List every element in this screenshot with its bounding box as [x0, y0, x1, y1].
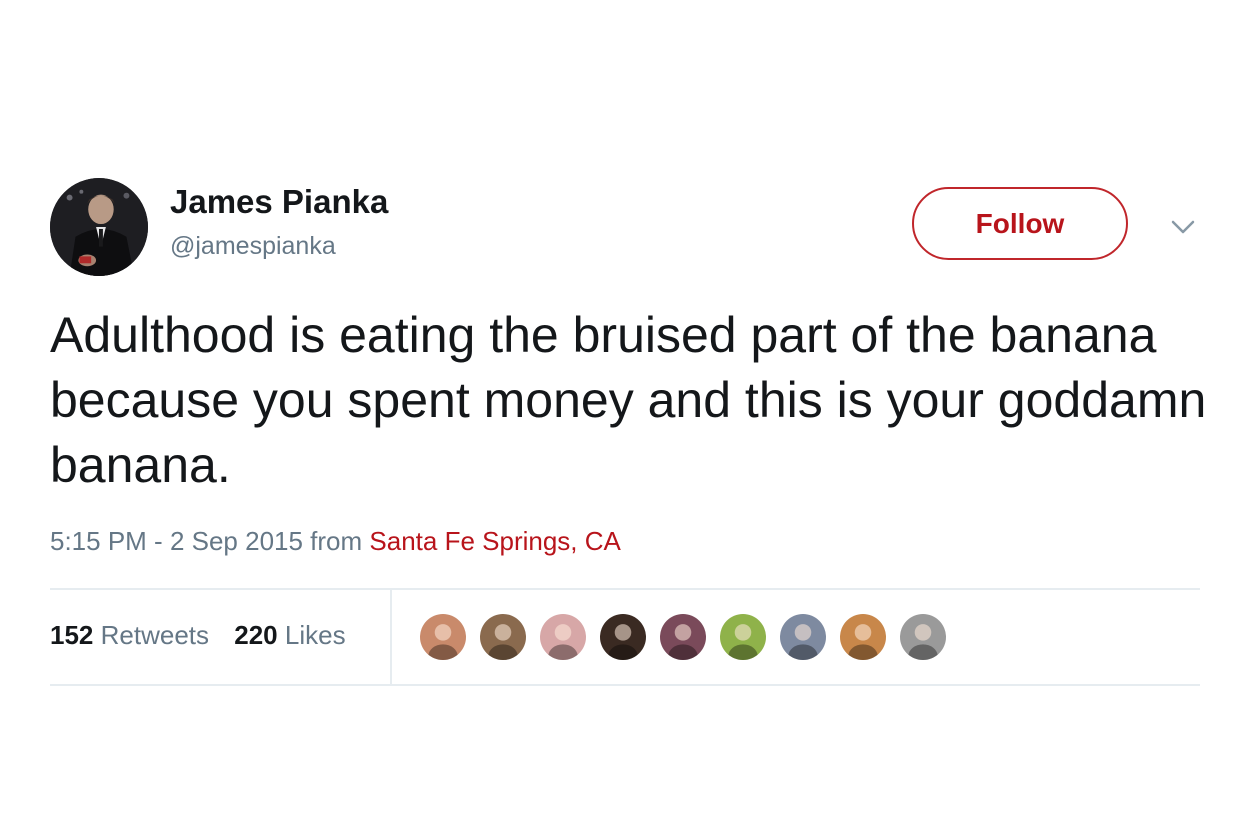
liker-avatar-9[interactable] — [898, 612, 948, 662]
user-avatar-image — [50, 178, 148, 276]
liker-avatar-3[interactable] — [538, 612, 588, 662]
likes-stat[interactable]: 220 Likes — [234, 620, 345, 650]
tweet-location-link[interactable]: Santa Fe Springs, CA — [369, 526, 620, 556]
from-label: from — [302, 526, 370, 556]
liker-avatar-6[interactable] — [718, 612, 768, 662]
tweet-meta: 5:15 PM - 2 Sep 2015 from Santa Fe Sprin… — [50, 526, 621, 557]
tweet-stats: 152 Retweets 220 Likes — [50, 620, 364, 651]
tweet-date[interactable]: 2 Sep 2015 — [170, 526, 303, 556]
tweet-text: Adulthood is eating the bruised part of … — [50, 307, 1207, 493]
retweets-label: Retweets — [100, 620, 210, 650]
liker-avatar-1[interactable] — [418, 612, 468, 662]
likes-label: Likes — [284, 620, 346, 650]
tweet-time[interactable]: 5:15 PM — [50, 526, 147, 556]
retweets-stat[interactable]: 152 Retweets — [50, 620, 209, 650]
liker-avatar-2[interactable] — [478, 612, 528, 662]
author-avatar[interactable] — [50, 178, 148, 276]
liker-avatar-5[interactable] — [658, 612, 708, 662]
chevron-down-icon[interactable] — [1170, 218, 1196, 236]
liker-avatar-7[interactable] — [778, 612, 828, 662]
meta-separator: - — [146, 526, 170, 556]
liker-avatar-8[interactable] — [838, 612, 888, 662]
likes-count: 220 — [234, 620, 278, 650]
divider-top — [50, 588, 1200, 590]
follow-button[interactable]: Follow — [912, 187, 1128, 260]
divider-bottom — [50, 684, 1200, 686]
stats-divider — [390, 590, 392, 684]
liker-avatar-4[interactable] — [598, 612, 648, 662]
author-handle[interactable]: @jamespianka — [170, 232, 336, 261]
retweets-count: 152 — [50, 620, 94, 650]
tweet-card: James Pianka @jamespianka Follow Adultho… — [0, 0, 1250, 830]
author-display-name[interactable]: James Pianka — [170, 183, 388, 221]
